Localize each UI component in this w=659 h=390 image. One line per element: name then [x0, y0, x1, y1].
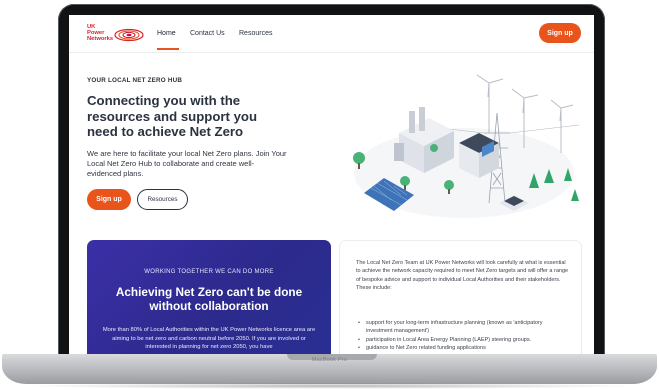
- device-label: MacBook Pro: [311, 357, 348, 363]
- nav-active-indicator: [157, 48, 179, 50]
- hero-resources-button[interactable]: Resources: [137, 189, 188, 210]
- top-nav: UK Power Networks Home Contact Us Resour…: [69, 15, 594, 53]
- laptop-mockup: UK Power Networks Home Contact Us Resour…: [0, 0, 659, 390]
- collaboration-eyebrow: WORKING TOGETHER WE CAN DO MORE: [144, 269, 274, 275]
- collaboration-body: More than 80% of Local Authorities withi…: [102, 327, 316, 350]
- hero-description: We are here to facilitate your local Net…: [87, 149, 287, 178]
- collaboration-title: Achieving Net Zero can't be done without…: [115, 285, 303, 313]
- list-item: participation in Local Area Energy Plann…: [356, 336, 570, 345]
- list-item: support for your long-term infrastructur…: [356, 319, 570, 336]
- laptop-shadow: [20, 383, 639, 389]
- laptop-base: MacBook Pro: [2, 354, 657, 384]
- nav-link-home[interactable]: Home: [157, 30, 176, 37]
- company-logo[interactable]: UK Power Networks: [87, 24, 145, 44]
- hero-signup-button[interactable]: Sign up: [87, 189, 131, 210]
- nav-signup-button[interactable]: Sign up: [539, 23, 581, 43]
- net-zero-town-illustration: [353, 74, 580, 218]
- logo-swirl-icon: [114, 28, 144, 42]
- team-info-card: The Local Net Zero Team at UK Power Netw…: [339, 240, 582, 355]
- support-list: support for your long-term infrastructur…: [356, 319, 570, 352]
- hero-eyebrow: YOUR LOCAL NET ZERO HUB: [87, 77, 183, 84]
- list-item: guidance to Net Zero related funding app…: [356, 344, 570, 353]
- collaboration-card: WORKING TOGETHER WE CAN DO MORE Achievin…: [87, 240, 331, 355]
- nav-link-resources[interactable]: Resources: [239, 30, 272, 37]
- browser-screen: UK Power Networks Home Contact Us Resour…: [69, 15, 594, 355]
- team-info-intro: The Local Net Zero Team at UK Power Netw…: [356, 260, 569, 291]
- nav-link-contact-us[interactable]: Contact Us: [190, 30, 225, 37]
- hero-title: Connecting you with the resources and su…: [87, 93, 258, 139]
